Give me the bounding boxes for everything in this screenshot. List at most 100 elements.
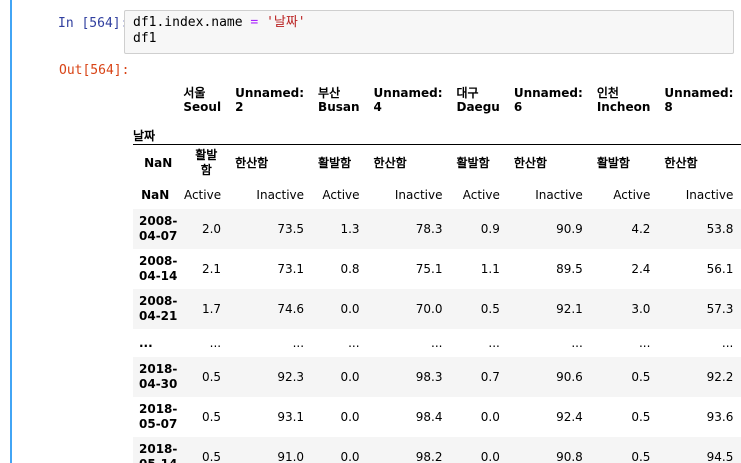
data-cell: Inactive — [256, 188, 305, 202]
row-index: NaN — [141, 187, 170, 202]
dataframe-row: 2008- 04-211.774.60.070.00.592.13.057.31… — [133, 289, 741, 329]
row-index: 2008- 04-07 — [139, 214, 178, 243]
data-cell: 0.0 — [480, 410, 500, 424]
data-cell: 93.6 — [706, 410, 734, 424]
dataframe-row: 2018- 05-140.591.00.098.20.090.80.594.50… — [133, 437, 741, 463]
data-cell: 92.4 — [556, 410, 583, 424]
input-prompt: In [564]: — [58, 16, 129, 31]
row-index: 2008- 04-21 — [139, 294, 178, 323]
data-cell: 92.1 — [556, 302, 583, 316]
data-cell: 98.2 — [415, 450, 443, 463]
data-cell: 1.7 — [201, 302, 222, 316]
data-cell: 2.0 — [201, 222, 222, 236]
column-header-line1: Unnamed: — [235, 86, 305, 100]
dataframe-row: 2018- 04-300.592.30.098.30.790.60.592.20… — [133, 357, 741, 397]
data-cell: ... — [348, 336, 360, 350]
code-string: '날짜' — [266, 15, 306, 30]
data-cell: 73.1 — [277, 262, 305, 276]
data-cell: 0.5 — [631, 370, 651, 384]
data-cell: ... — [488, 336, 500, 350]
data-cell: 74.6 — [277, 302, 305, 316]
data-cell: 73.5 — [277, 222, 305, 236]
data-cell: 0.0 — [340, 450, 360, 463]
code-operator: = — [242, 15, 267, 30]
dataframe-row: 2008- 04-142.173.10.875.11.189.52.456.10… — [133, 249, 741, 289]
row-index: 2018- 05-14 — [139, 442, 178, 463]
code-line-2: df1 — [133, 31, 157, 46]
code-line-1: df1.index.name = '날짜' — [133, 15, 733, 31]
code-lhs: df1.index.name — [133, 15, 243, 30]
data-cell: 0.5 — [631, 410, 651, 424]
data-cell: 한산함 — [367, 144, 451, 181]
dataframe-body: NaN활발 함한산함활발함한산함활발함한산함활발함한산함활발함NaNActive… — [133, 144, 741, 463]
data-cell: Inactive — [685, 188, 734, 202]
data-cell: 53.8 — [706, 222, 734, 236]
data-cell: ... — [571, 336, 583, 350]
index-name-row: 날짜 — [133, 114, 741, 145]
notebook-cell: In [564]: df1.index.name = '날짜' df1 Out[… — [0, 0, 741, 463]
data-cell: 3.0 — [631, 302, 651, 316]
data-cell: 활발함 — [450, 144, 508, 181]
data-cell: 70.0 — [415, 302, 443, 316]
data-cell: 90.6 — [556, 370, 583, 384]
column-header-line2: Daegu — [456, 100, 500, 114]
column-header-line1: 대구 — [456, 86, 479, 100]
column-header-row: 서울 Seoul Unnamed: 2 부산 Busan Unnamed: 4 대구 Daegu U… — [133, 64, 741, 114]
column-header: Unnamed: 4 — [368, 64, 451, 114]
data-cell: 0.5 — [480, 302, 500, 316]
column-header-line2: 2 — [235, 100, 244, 114]
data-cell: Active — [613, 188, 651, 202]
data-cell: ... — [638, 336, 651, 350]
data-cell: 활발함 — [590, 144, 659, 181]
data-cell: 98.4 — [415, 410, 443, 424]
data-cell: 78.3 — [415, 222, 443, 236]
data-cell: 활발 함 — [177, 144, 230, 181]
column-header: Unnamed: 6 — [508, 64, 591, 114]
column-header-line1: Unnamed: — [513, 86, 583, 100]
column-header-line1: 인천 — [596, 86, 619, 100]
data-cell: ... — [721, 336, 734, 350]
data-cell: 활발함 — [312, 144, 368, 181]
corner-cell — [133, 64, 177, 114]
data-cell: 0.0 — [340, 302, 360, 316]
data-cell: Active — [322, 188, 360, 202]
column-header: Unnamed: 2 — [229, 64, 312, 114]
data-cell: 92.3 — [277, 370, 305, 384]
data-cell: 98.3 — [415, 370, 443, 384]
data-cell: 한산함 — [229, 144, 313, 181]
data-cell: Inactive — [394, 188, 443, 202]
data-cell: ... — [209, 336, 222, 350]
dataframe-table: 서울 Seoul Unnamed: 2 부산 Busan Unnamed: 4 대구 Daegu U… — [133, 64, 741, 463]
index-name-filler — [177, 114, 741, 145]
column-header: 대구 Daegu — [451, 64, 508, 114]
column-header-line2: Incheon — [596, 100, 651, 114]
data-cell: 0.0 — [340, 370, 360, 384]
column-header-line2: 4 — [373, 100, 382, 114]
column-header-line2: 6 — [513, 100, 523, 114]
data-cell: 1.1 — [480, 262, 500, 276]
code-editor[interactable]: df1.index.name = '날짜' df1 — [124, 10, 734, 54]
data-cell: Active — [462, 188, 500, 202]
data-cell: 92.2 — [706, 370, 734, 384]
data-cell: 0.5 — [201, 450, 222, 463]
column-header-line1: Unnamed: — [664, 86, 734, 100]
data-cell: 0.5 — [201, 410, 222, 424]
data-cell: 56.1 — [706, 262, 734, 276]
data-cell: 4.2 — [631, 222, 651, 236]
output-area[interactable]: 서울 Seoul Unnamed: 2 부산 Busan Unnamed: 4 대구 Daegu U… — [133, 64, 741, 463]
data-cell: 0.0 — [480, 450, 500, 463]
data-cell: 2.4 — [631, 262, 651, 276]
data-cell: 0.8 — [340, 262, 360, 276]
dataframe-row: NaN Active Inactive Active Inactive Active Ina… — [133, 181, 741, 209]
data-cell: 89.5 — [556, 262, 583, 276]
data-cell: Active — [183, 188, 222, 202]
dataframe-row: 2018- 05-070.593.10.098.40.092.40.593.60… — [133, 397, 741, 437]
data-cell: 57.3 — [706, 302, 734, 316]
data-cell: 93.1 — [277, 410, 305, 424]
row-index: NaN — [133, 144, 178, 181]
data-cell: 2.1 — [201, 262, 222, 276]
data-cell: 0.5 — [201, 370, 222, 384]
data-cell: 90.9 — [556, 222, 583, 236]
data-cell: 0.9 — [480, 222, 500, 236]
output-prompt: Out[564]: — [59, 63, 130, 78]
